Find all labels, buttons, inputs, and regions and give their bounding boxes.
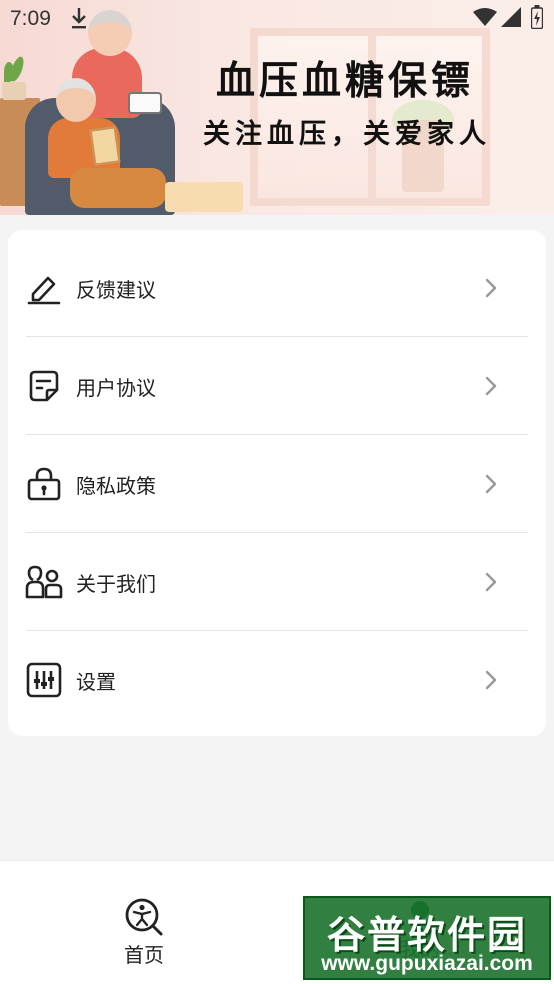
lock-icon bbox=[25, 465, 63, 503]
banner-subtitle: 关注血压，关爱家人 bbox=[203, 119, 491, 150]
blood-pressure-device-illustration bbox=[128, 92, 162, 114]
menu-item-label: 用户协议 bbox=[76, 375, 156, 400]
watermark-url: www.gupuxiazai.com bbox=[321, 952, 533, 975]
download-icon bbox=[72, 8, 86, 29]
menu-item-feedback[interactable]: 反馈建议 bbox=[8, 239, 546, 337]
banner-title: 血压血糖保镖 bbox=[215, 59, 474, 104]
book-illustration bbox=[89, 126, 121, 166]
status-bar: 7:09 bbox=[0, 0, 554, 38]
sliders-icon bbox=[25, 661, 63, 699]
leaf-shape bbox=[7, 55, 27, 83]
menu-item-label: 隐私政策 bbox=[76, 473, 156, 498]
pen-icon bbox=[25, 269, 63, 307]
status-time: 7:09 bbox=[10, 7, 51, 30]
chevron-right-icon bbox=[485, 376, 497, 396]
tab-home-label: 首页 bbox=[124, 943, 164, 967]
elderly-man-head bbox=[56, 78, 96, 122]
watermark-title: 谷普软件园 bbox=[326, 913, 527, 957]
footstool-illustration bbox=[165, 182, 243, 212]
people-icon bbox=[25, 563, 63, 601]
menu-card: 反馈建议 用户协议 隐私政策 关于我们 设置 bbox=[8, 230, 546, 736]
menu-item-user-agreement[interactable]: 用户协议 bbox=[8, 337, 546, 435]
wifi-icon bbox=[473, 8, 497, 26]
menu-item-about-us[interactable]: 关于我们 bbox=[8, 533, 546, 631]
chevron-right-icon bbox=[485, 474, 497, 494]
pot-illustration bbox=[2, 82, 26, 100]
site-watermark: 谷普软件园 www.gupuxiazai.com bbox=[303, 896, 551, 980]
tab-home[interactable]: 首页 bbox=[104, 897, 184, 977]
menu-item-privacy-policy[interactable]: 隐私政策 bbox=[8, 435, 546, 533]
chevron-right-icon bbox=[485, 278, 497, 298]
signal-icon bbox=[501, 7, 521, 27]
menu-item-label: 设置 bbox=[76, 669, 116, 694]
menu-item-settings[interactable]: 设置 bbox=[8, 631, 546, 729]
chevron-right-icon bbox=[485, 670, 497, 690]
battery-icon bbox=[531, 5, 543, 29]
menu-item-label: 反馈建议 bbox=[76, 277, 156, 302]
chevron-right-icon bbox=[485, 572, 497, 592]
menu-item-label: 关于我们 bbox=[76, 571, 156, 596]
elderly-man-legs bbox=[70, 168, 166, 208]
home-search-icon bbox=[125, 898, 163, 936]
document-icon bbox=[25, 367, 63, 405]
